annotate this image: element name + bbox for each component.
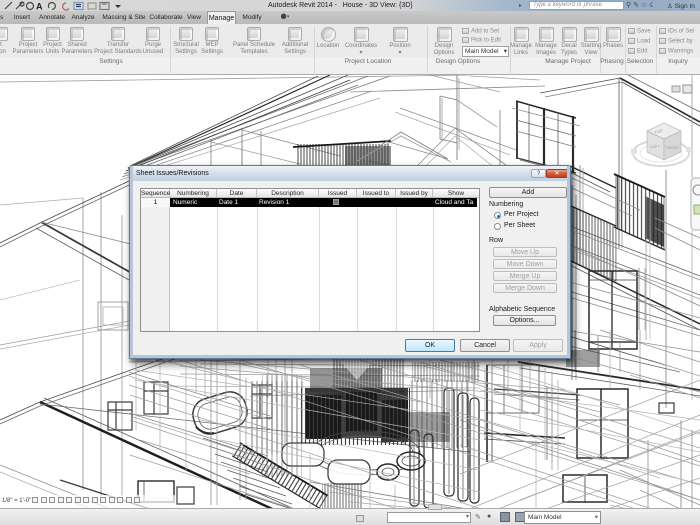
svg-text:A: A — [36, 1, 43, 11]
svg-text:FRONT: FRONT — [666, 145, 680, 150]
svg-text:LEFT: LEFT — [650, 144, 660, 149]
